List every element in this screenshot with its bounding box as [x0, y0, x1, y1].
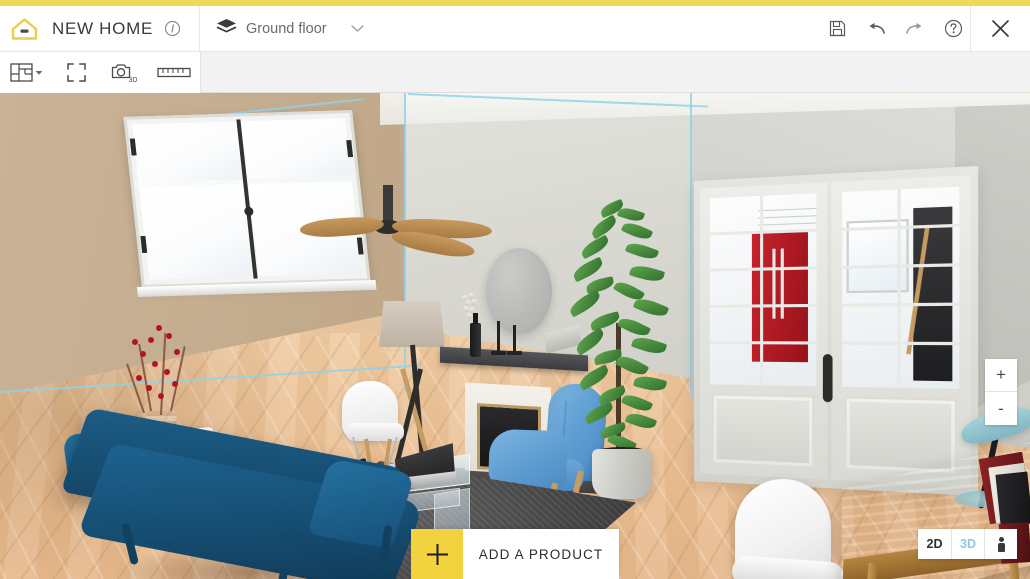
chevron-down-icon — [350, 20, 364, 38]
door-glass — [842, 186, 960, 389]
door-handle — [822, 354, 833, 403]
floppy-disk-save-icon[interactable] — [820, 6, 854, 52]
undo-redo-group — [860, 6, 930, 52]
zoom-in-button[interactable]: + — [985, 359, 1017, 392]
layers-stack-icon — [216, 18, 237, 39]
3d-viewport[interactable] — [0, 93, 1030, 579]
ruler-glyph — [157, 67, 191, 77]
fridge-handle — [780, 248, 784, 319]
floor-selector[interactable]: Ground floor — [200, 6, 378, 52]
help-glyph — [944, 19, 962, 38]
chevron-down-icon — [35, 63, 43, 81]
window-pane — [241, 118, 352, 180]
layers-stack-glyph — [216, 19, 237, 33]
floorplan-icon[interactable] — [0, 52, 52, 93]
window-left-wall[interactable] — [123, 110, 377, 297]
plus-glyph — [426, 543, 448, 565]
wall-selection-edge — [690, 93, 692, 391]
info-circle-glyph — [164, 20, 181, 37]
home-design-app: NEW HOME Ground floor 3D + - 2D 3D ADD A… — [0, 0, 1030, 579]
plus-icon — [411, 529, 463, 579]
fridge-handle — [772, 248, 776, 319]
close-x-icon[interactable] — [970, 5, 1030, 52]
header-left-group: NEW HOME Ground floor — [0, 5, 378, 52]
redo-arrow-icon[interactable] — [896, 6, 930, 52]
plant-foliage — [560, 198, 684, 457]
person-walkthrough-icon[interactable] — [984, 529, 1017, 559]
header-actions-group — [820, 5, 1030, 52]
close-glyph — [992, 20, 1009, 37]
add-product-label: ADD A PRODUCT — [463, 529, 619, 579]
lamp-shade — [379, 301, 445, 347]
french-door-right-leaf — [831, 175, 972, 487]
undo-arrow-icon[interactable] — [860, 6, 894, 52]
top-accent-bar — [0, 0, 1030, 6]
view-mode-toggle: 2D 3D — [918, 529, 1017, 559]
oval-mirror[interactable] — [486, 248, 552, 334]
door-glass — [709, 193, 817, 387]
french-door-left-leaf — [699, 182, 828, 480]
book — [995, 471, 1030, 527]
view-mode-2d[interactable]: 2D — [918, 529, 951, 559]
camera-3d-glyph: 3D — [111, 63, 138, 83]
fullscreen-brackets-icon[interactable] — [52, 52, 100, 93]
caret-glyph — [35, 71, 42, 75]
fullscreen-glyph — [66, 62, 86, 82]
armchair-arm — [488, 428, 568, 490]
save-glyph — [829, 20, 845, 37]
view-mode-3d[interactable]: 3D — [951, 529, 984, 559]
plant-pot — [592, 449, 652, 499]
app-header: NEW HOME Ground floor — [0, 5, 1030, 52]
house-logo-icon[interactable] — [0, 6, 48, 52]
french-doors[interactable] — [694, 165, 979, 497]
door-mullion — [760, 195, 764, 386]
floorplan-glyph — [9, 62, 33, 82]
person-head — [998, 536, 1004, 542]
decor-coral-sculpture[interactable] — [462, 293, 478, 319]
help-question-circle-icon[interactable] — [936, 6, 970, 52]
person-glyph — [997, 536, 1005, 552]
window-handle — [243, 206, 254, 217]
ruler-measure-icon[interactable] — [148, 52, 200, 93]
toolbar-button-group: 3D — [0, 51, 201, 93]
page-title: NEW HOME — [52, 18, 153, 38]
decor-bottle[interactable] — [470, 313, 481, 357]
door-panel — [711, 393, 815, 469]
info-circle-icon[interactable] — [164, 20, 181, 37]
svg-text:3D: 3D — [129, 77, 138, 83]
add-product-button[interactable]: ADD A PRODUCT — [411, 529, 619, 579]
zoom-out-button[interactable]: - — [985, 392, 1017, 425]
redo-glyph — [905, 22, 921, 34]
window-pane — [132, 121, 243, 183]
floor-selector-label: Ground floor — [245, 20, 327, 37]
house-logo-glyph — [11, 17, 37, 40]
camera-3d-icon[interactable]: 3D — [100, 52, 148, 93]
person-body — [997, 542, 1005, 552]
window-pane — [139, 184, 253, 280]
zoom-controls: + - — [985, 359, 1017, 425]
chevron-down-glyph — [350, 24, 364, 32]
editor-toolbar: 3D — [0, 51, 1030, 93]
door-mullion — [897, 189, 901, 388]
undo-glyph — [869, 22, 885, 34]
